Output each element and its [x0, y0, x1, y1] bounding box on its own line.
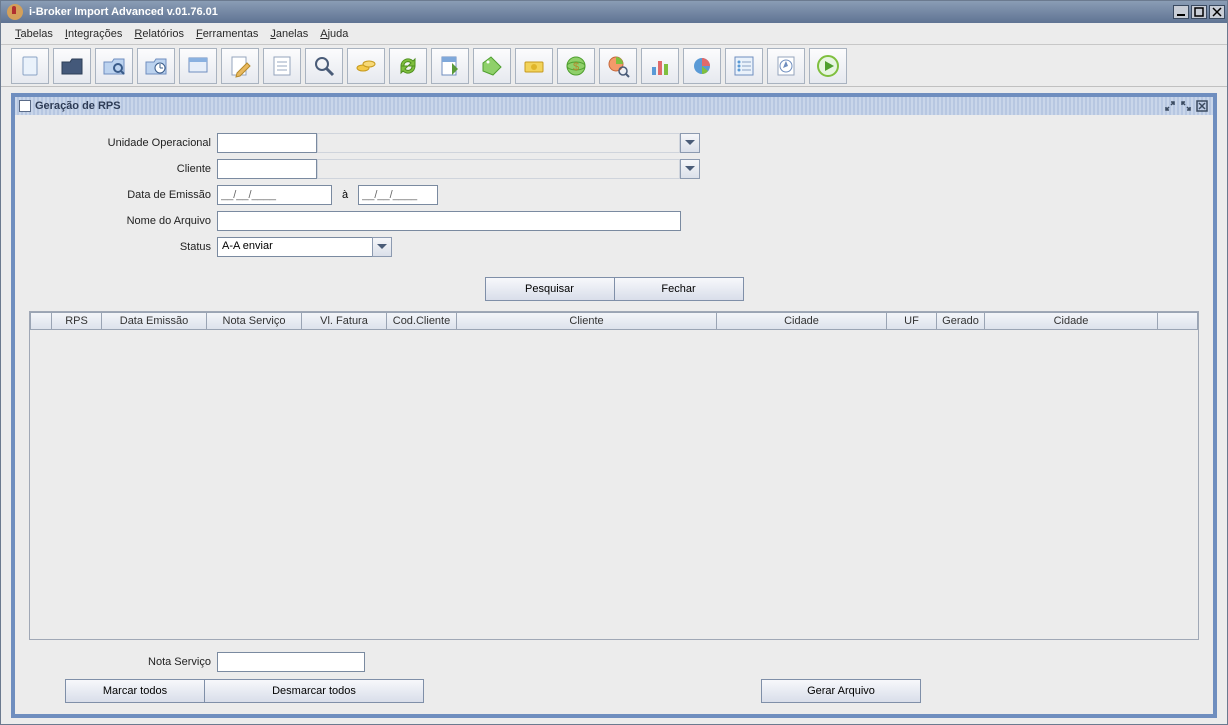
grid-body[interactable] — [30, 330, 1198, 639]
tool-coins[interactable] — [347, 48, 385, 84]
tool-tag[interactable] — [473, 48, 511, 84]
tool-bar-chart[interactable] — [641, 48, 679, 84]
tool-report[interactable] — [431, 48, 469, 84]
tool-compass[interactable] — [767, 48, 805, 84]
titlebar: i-Broker Import Advanced v.01.76.01 — [1, 1, 1227, 23]
menubar: Movimentação Tabelas Integrações Relatór… — [1, 23, 1227, 45]
menu-ajuda[interactable]: Ajuda — [314, 26, 354, 42]
label-unidade: Unidade Operacional — [27, 137, 217, 149]
doc-icon — [19, 100, 31, 112]
label-cliente: Cliente — [27, 163, 217, 175]
menu-integracoes[interactable]: Integrações — [59, 26, 129, 42]
inner-window: Geração de RPS Unidade Operacional Clien… — [11, 93, 1217, 718]
inner-iconify-button[interactable] — [1163, 99, 1177, 113]
tool-play[interactable] — [809, 48, 847, 84]
pesquisar-button[interactable]: Pesquisar — [485, 277, 615, 301]
inner-window-title: Geração de RPS — [35, 100, 121, 112]
close-button[interactable] — [1209, 5, 1225, 19]
tool-list-blue[interactable] — [725, 48, 763, 84]
col-vl-fatura[interactable]: Vl. Fatura — [302, 312, 387, 330]
gerar-arquivo-button[interactable]: Gerar Arquivo — [761, 679, 921, 703]
window-title: i-Broker Import Advanced v.01.76.01 — [29, 6, 1173, 18]
menu-ferramentas[interactable]: Ferramentas — [190, 26, 264, 42]
label-status: Status — [27, 241, 217, 253]
tool-folder-clock[interactable] — [137, 48, 175, 84]
mdi-area: Geração de RPS Unidade Operacional Clien… — [1, 87, 1227, 724]
tool-search[interactable] — [305, 48, 343, 84]
data-ate-input[interactable] — [358, 185, 438, 205]
filter-form: Unidade Operacional Cliente Data de Emis… — [27, 131, 1201, 311]
desmarcar-todos-button[interactable]: Desmarcar todos — [204, 679, 424, 703]
inner-body: Unidade Operacional Cliente Data de Emis… — [15, 115, 1213, 714]
tool-new-doc[interactable] — [11, 48, 49, 84]
maximize-button[interactable] — [1191, 5, 1207, 19]
menu-relatorios[interactable]: Relatórios — [128, 26, 190, 42]
status-select[interactable]: A-A enviar — [217, 237, 392, 257]
svg-text:$: $ — [573, 61, 579, 73]
tool-folder-search[interactable] — [95, 48, 133, 84]
tool-pie-chart[interactable] — [683, 48, 721, 84]
tool-open-folder-dark[interactable] — [53, 48, 91, 84]
menu-tabelas[interactable]: Tabelas — [9, 26, 59, 42]
label-a: à — [342, 189, 348, 201]
results-grid: RPS Data Emissão Nota Serviço Vl. Fatura… — [29, 311, 1199, 640]
unidade-code-input[interactable] — [217, 133, 317, 153]
menu-janelas[interactable]: Janelas — [264, 26, 314, 42]
col-cliente[interactable]: Cliente — [457, 312, 717, 330]
col-nota-servico[interactable]: Nota Serviço — [207, 312, 302, 330]
col-tail — [1158, 312, 1198, 330]
status-value: A-A enviar — [217, 237, 372, 257]
cliente-code-input[interactable] — [217, 159, 317, 179]
nome-arquivo-input[interactable] — [217, 211, 681, 231]
col-data-emissao[interactable]: Data Emissão — [102, 312, 207, 330]
minimize-button[interactable] — [1173, 5, 1189, 19]
tool-refresh[interactable] — [389, 48, 427, 84]
label-data-emissao: Data de Emissão — [27, 189, 217, 201]
cliente-desc — [317, 159, 680, 179]
bottom-area: Nota Serviço Marcar todos Desmarcar todo… — [27, 650, 1201, 704]
cliente-dropdown[interactable] — [680, 159, 700, 179]
status-dropdown[interactable] — [372, 237, 392, 257]
toolbar: $ — [1, 45, 1227, 87]
label-nota-servico: Nota Serviço — [27, 656, 217, 668]
col-uf[interactable]: UF — [887, 312, 937, 330]
inner-maximize-button[interactable] — [1179, 99, 1193, 113]
col-cidade[interactable]: Cidade — [717, 312, 887, 330]
col-checkbox[interactable] — [30, 312, 52, 330]
label-nome-arquivo: Nome do Arquivo — [27, 215, 217, 227]
marcar-todos-button[interactable]: Marcar todos — [65, 679, 205, 703]
java-icon — [7, 4, 23, 20]
col-gerado[interactable]: Gerado — [937, 312, 985, 330]
unidade-dropdown[interactable] — [680, 133, 700, 153]
tool-money[interactable] — [515, 48, 553, 84]
nota-servico-input[interactable] — [217, 652, 365, 672]
col-cod-cliente[interactable]: Cod.Cliente — [387, 312, 457, 330]
tool-window[interactable] — [179, 48, 217, 84]
inner-close-button[interactable] — [1195, 99, 1209, 113]
tool-globe-money[interactable]: $ — [557, 48, 595, 84]
unidade-desc — [317, 133, 680, 153]
tool-edit-doc[interactable] — [221, 48, 259, 84]
tool-pie-search[interactable] — [599, 48, 637, 84]
tool-doc-lines[interactable] — [263, 48, 301, 84]
grid-header: RPS Data Emissão Nota Serviço Vl. Fatura… — [30, 312, 1198, 330]
data-de-input[interactable] — [217, 185, 332, 205]
inner-titlebar: Geração de RPS — [15, 97, 1213, 115]
col-cidade2[interactable]: Cidade — [985, 312, 1158, 330]
fechar-button[interactable]: Fechar — [614, 277, 744, 301]
col-rps[interactable]: RPS — [52, 312, 102, 330]
